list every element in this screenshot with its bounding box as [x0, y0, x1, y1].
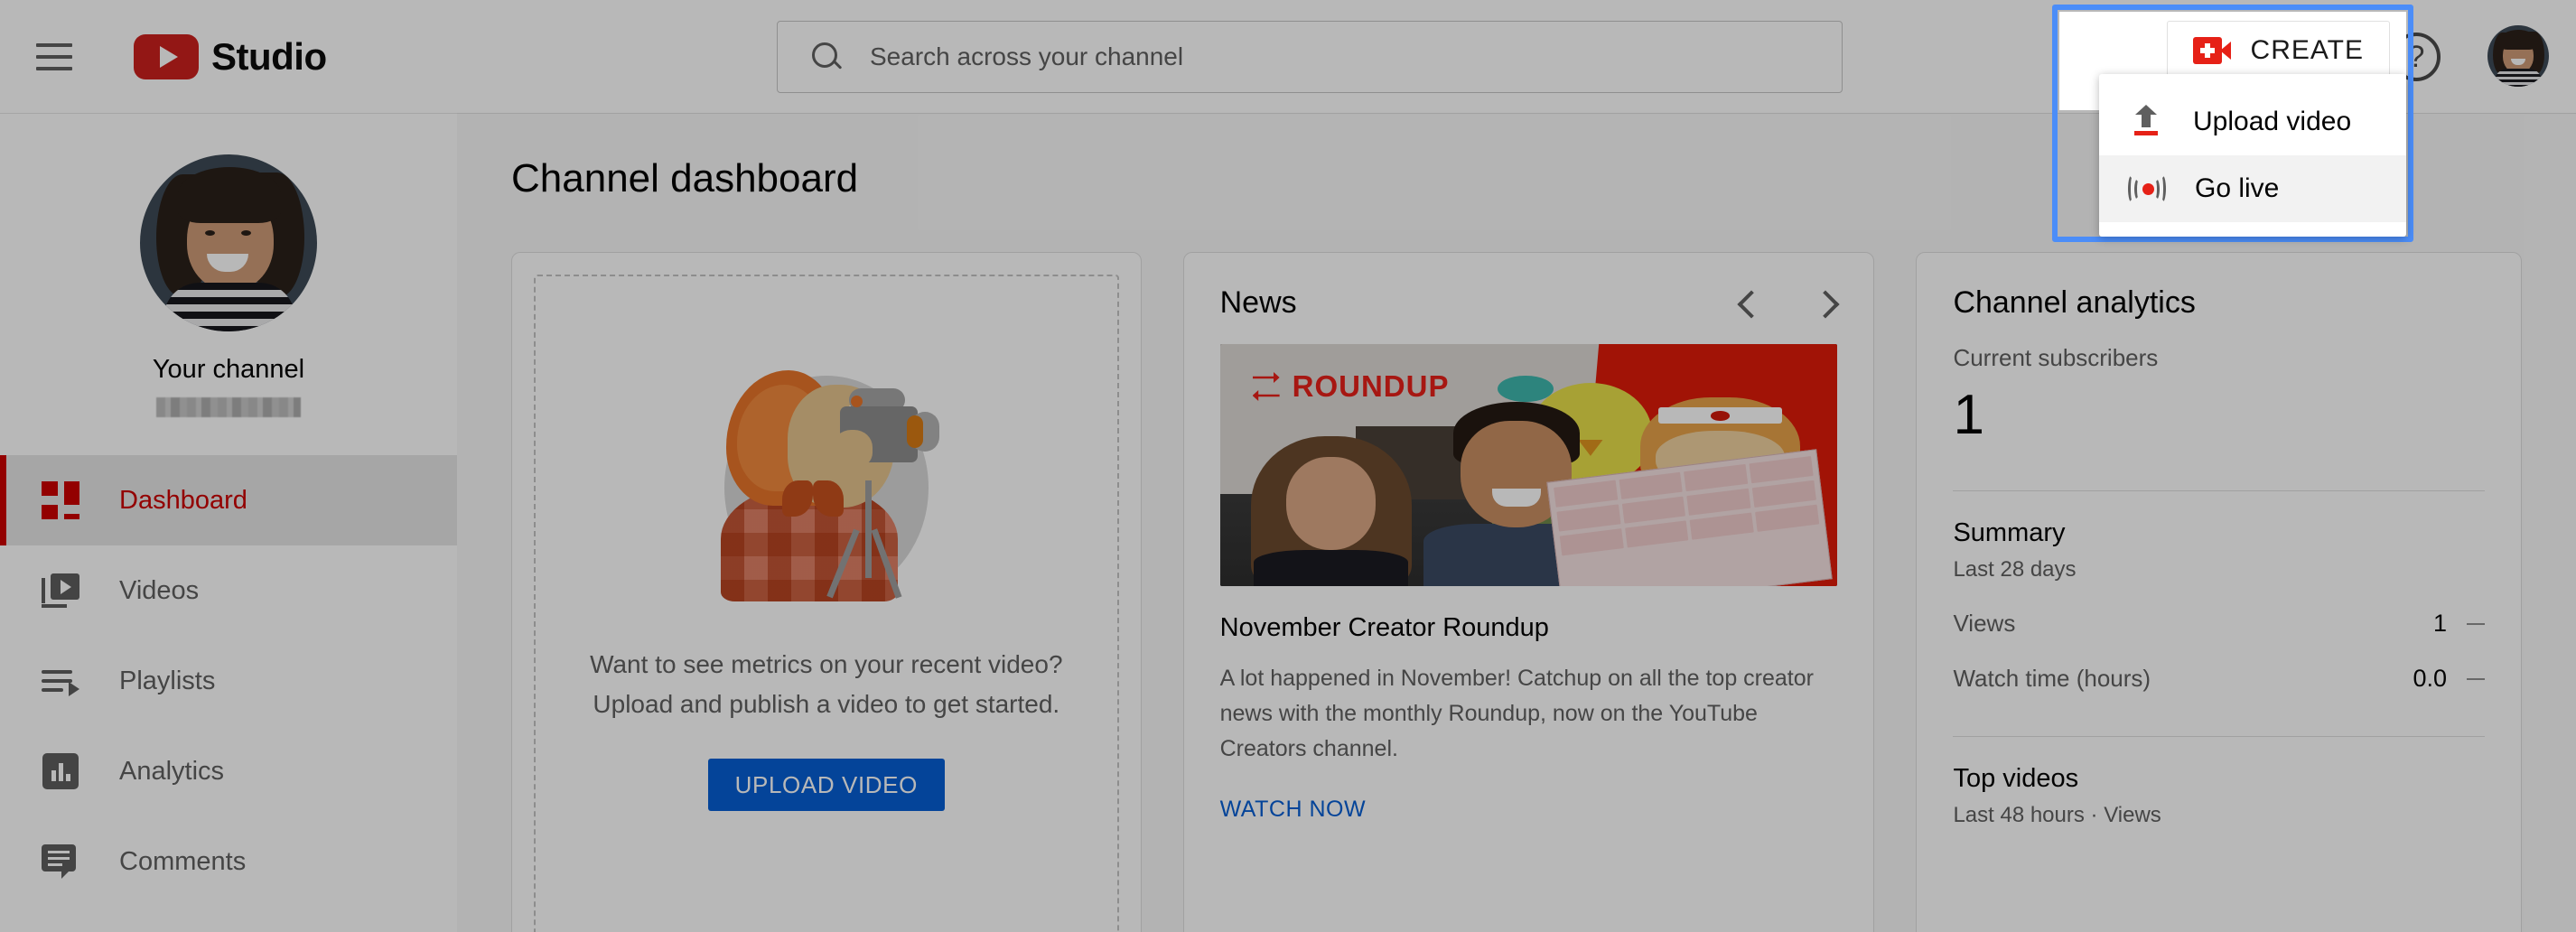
news-header: News	[1220, 285, 1838, 321]
news-person-left	[1250, 435, 1412, 586]
watch-now-link[interactable]: WATCH NOW	[1220, 797, 1838, 823]
videos-icon	[40, 570, 81, 611]
channel-avatar-eye-left	[205, 230, 215, 236]
analytics-icon	[40, 750, 81, 792]
dashboard-icon	[40, 480, 81, 521]
news-title: News	[1219, 285, 1297, 320]
summary-row-value: 0.0	[2413, 665, 2448, 692]
summary-row-label: Views	[1953, 610, 2016, 637]
channel-handle-redacted	[156, 397, 301, 417]
sidebar: Your channel Dashboard Videos Playlists …	[0, 113, 457, 932]
upload-card: Want to see metrics on your recent video…	[511, 252, 1142, 932]
news-carousel-controls	[1736, 290, 1837, 317]
search-icon	[810, 41, 843, 73]
studio-brand[interactable]: Studio	[134, 33, 327, 79]
channel-block: Your channel	[0, 113, 457, 417]
chick-cap-icon	[1498, 375, 1554, 403]
create-button-label: CREATE	[2250, 35, 2364, 65]
news-item-title: November Creator Roundup	[1219, 613, 1549, 642]
channel-title: Your channel	[152, 355, 305, 384]
playlists-icon	[40, 660, 81, 702]
sidebar-item-videos[interactable]: Videos	[0, 545, 457, 636]
summary-row-label: Watch time (hours)	[1953, 665, 2151, 692]
analytics-title: Channel analytics	[1953, 285, 2196, 320]
chevron-right-icon[interactable]	[1810, 290, 1837, 317]
dashboard-cards: Want to see metrics on your recent video…	[511, 252, 2523, 932]
summary-title: Summary	[1953, 518, 2066, 547]
sidebar-nav: Dashboard Videos Playlists Analytics Com…	[0, 455, 457, 907]
channel-avatar-hair-top	[178, 167, 281, 223]
hamburger-bar	[36, 66, 72, 70]
avatar[interactable]	[2487, 25, 2549, 87]
hamburger-icon[interactable]	[36, 35, 79, 79]
current-subscribers-value: 1	[1953, 384, 1984, 446]
summary-row-watch-time: Watch time (hours) 0.0	[1953, 665, 2486, 693]
news-item-description: A lot happened in November! Catchup on a…	[1219, 666, 1814, 761]
summary-row-value-group: 0.0	[2413, 665, 2486, 693]
trend-flat-icon	[2467, 677, 2486, 680]
sidebar-item-label: Analytics	[119, 756, 225, 786]
upload-dropzone[interactable]: Want to see metrics on your recent video…	[534, 275, 1119, 932]
upload-icon	[2128, 104, 2164, 140]
upload-prompt-line2: Upload and publish a video to get starte…	[593, 690, 1060, 718]
search-input[interactable]: Search across your channel	[777, 21, 1843, 93]
roundup-arrows-icon	[1251, 370, 1282, 403]
summary-row-views: Views 1	[1953, 610, 2486, 638]
avatar-body	[2495, 69, 2542, 87]
hamburger-bar	[36, 54, 72, 59]
app-root: Studio Search across your channel ? Your…	[0, 0, 2576, 932]
current-subscribers-label: Current subscribers	[1953, 344, 2159, 371]
channel-avatar-eye-right	[241, 230, 251, 236]
live-broadcast-icon	[2128, 173, 2166, 204]
summary-row-value-group: 1	[2432, 610, 2486, 638]
news-card: News ROUNDUP November Creator Roundup A …	[1182, 252, 1875, 932]
chevron-left-icon[interactable]	[1736, 290, 1763, 317]
hamburger-bar	[36, 42, 72, 47]
search-container: Search across your channel	[777, 21, 1843, 93]
channel-avatar[interactable]	[140, 154, 317, 331]
sidebar-item-label: Dashboard	[119, 485, 247, 515]
top-videos-title: Top videos	[1953, 764, 2079, 793]
divider	[1953, 490, 2486, 491]
roundup-logo: ROUNDUP	[1251, 369, 1450, 404]
sidebar-item-analytics[interactable]: Analytics	[0, 726, 457, 816]
menu-item-go-live[interactable]: Go live	[2099, 155, 2406, 222]
upload-video-button[interactable]: UPLOAD VIDEO	[707, 759, 945, 811]
analytics-card: Channel analytics Current subscribers 1 …	[1916, 252, 2523, 932]
avatar-hair-top	[2500, 30, 2536, 50]
create-dropdown-menu: Upload video Go live	[2099, 74, 2406, 237]
upload-prompt-line1: Want to see metrics on your recent video…	[590, 650, 1063, 678]
menu-item-label: Go live	[2195, 173, 2280, 203]
menu-item-label: Upload video	[2193, 107, 2352, 136]
sidebar-item-playlists[interactable]: Playlists	[0, 636, 457, 726]
menu-item-upload-video[interactable]: Upload video	[2099, 89, 2406, 155]
roundup-label: ROUNDUP	[1292, 369, 1450, 403]
trend-flat-icon	[2467, 622, 2486, 625]
search-placeholder: Search across your channel	[870, 42, 1184, 70]
play-triangle-icon	[159, 45, 178, 68]
sidebar-item-dashboard[interactable]: Dashboard	[0, 455, 457, 545]
top-videos-range: Last 48 hours · Views	[1953, 803, 2161, 827]
sidebar-item-comments[interactable]: Comments	[0, 816, 457, 907]
shiba-headband-icon	[1658, 406, 1782, 424]
video-camera-plus-icon	[2192, 37, 2231, 64]
youtube-logo-icon	[134, 33, 199, 79]
videographer-illustration	[705, 365, 948, 609]
news-thumbnail[interactable]: ROUNDUP	[1219, 344, 1838, 586]
channel-avatar-body	[163, 283, 295, 331]
sidebar-item-label: Comments	[119, 846, 247, 876]
brand-label: Studio	[211, 34, 327, 78]
summary-row-value: 1	[2432, 610, 2448, 637]
sidebar-item-label: Playlists	[119, 666, 216, 695]
divider	[1953, 736, 2486, 737]
comments-icon	[40, 841, 81, 882]
create-button[interactable]: CREATE	[2166, 21, 2390, 80]
summary-range: Last 28 days	[1953, 557, 2077, 582]
sidebar-item-label: Videos	[119, 575, 200, 605]
